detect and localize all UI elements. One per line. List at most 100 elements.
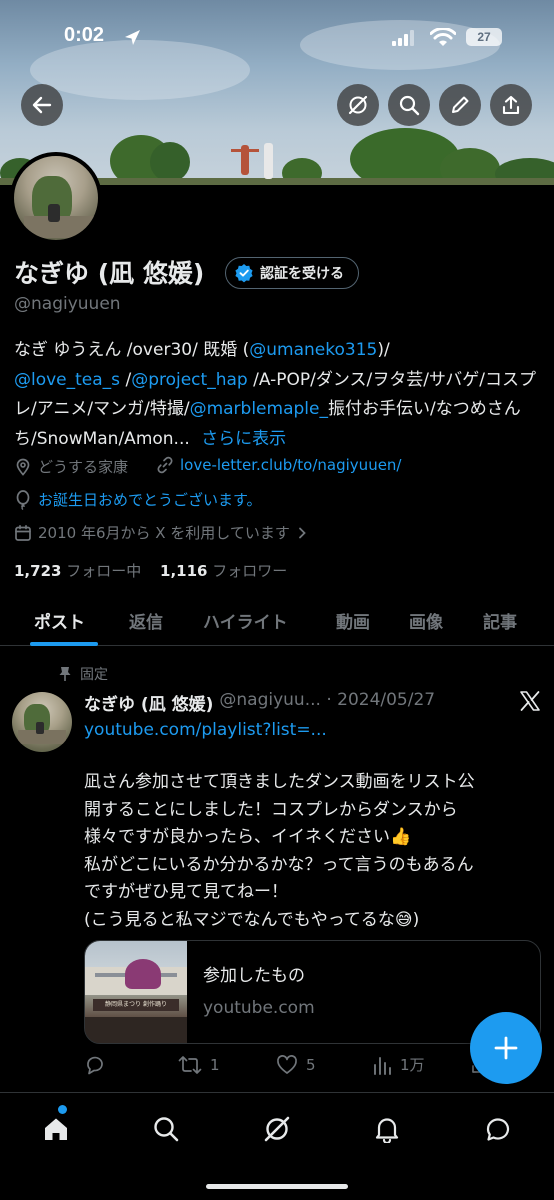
- balloon-icon: [16, 489, 30, 510]
- post-handle-date: @nagiyuu... · 2024/05/27: [219, 690, 436, 710]
- repost-count: 1: [210, 1056, 220, 1074]
- back-button[interactable]: [21, 84, 63, 126]
- plus-icon: [494, 1036, 518, 1060]
- following-link[interactable]: 1,723 フォロー中: [14, 562, 141, 580]
- tab-articles[interactable]: 記事: [483, 608, 517, 633]
- search-icon: [154, 1117, 179, 1142]
- share-icon: [502, 95, 520, 115]
- calendar-icon: [15, 524, 31, 541]
- status-time: 0:02: [64, 24, 105, 46]
- nav-search[interactable]: [146, 1109, 186, 1149]
- share-button[interactable]: [490, 84, 532, 126]
- location-arrow-icon: [125, 30, 140, 45]
- pinned-text: 固定: [80, 667, 108, 683]
- bio-mention[interactable]: @marblemaple_: [190, 399, 328, 419]
- bio-mention[interactable]: @umaneko315: [249, 340, 377, 360]
- nav-home[interactable]: [36, 1109, 76, 1149]
- reply-icon: [87, 1056, 103, 1075]
- chevron-right-icon: [298, 527, 306, 538]
- bar-chart-icon: [374, 1056, 391, 1075]
- followers-link[interactable]: 1,116 フォロワー: [160, 562, 287, 580]
- search-button[interactable]: [388, 84, 430, 126]
- profile-tabs: ポスト 返信 ハイライト 動画 画像 記事: [0, 600, 554, 646]
- view-count: 1万: [400, 1056, 425, 1074]
- wifi-icon: [430, 28, 456, 46]
- bio-mention[interactable]: @project_hap: [131, 370, 248, 390]
- nav-notifications[interactable]: [367, 1109, 407, 1149]
- show-more-link[interactable]: さらに表示: [201, 429, 286, 449]
- arrow-left-icon: [32, 96, 52, 114]
- pin-icon: [59, 667, 71, 681]
- pencil-icon: [452, 96, 469, 113]
- link-card-thumbnail: 静岡県まつり 創作踊り: [85, 941, 187, 1043]
- profile-website[interactable]: love-letter.club/to/nagiyuuen/: [156, 456, 401, 474]
- website-link[interactable]: love-letter.club/to/nagiyuuen/: [180, 456, 401, 474]
- tab-posts[interactable]: ポスト: [34, 608, 85, 633]
- active-tab-indicator: [30, 642, 98, 646]
- link-icon: [157, 456, 173, 474]
- grok-button[interactable]: [337, 84, 379, 126]
- home-icon: [45, 1118, 67, 1140]
- post-link[interactable]: youtube.com/playlist?list=...: [84, 720, 327, 740]
- followers-label: フォロワー: [212, 562, 288, 580]
- joined-text: 2010 年6月から X を利用しています: [38, 524, 290, 542]
- heart-icon: [277, 1055, 297, 1074]
- battery-indicator: 27: [466, 28, 502, 46]
- link-card-domain: youtube.com: [203, 998, 315, 1018]
- post-text-line: (こう見ると私マジでなんでもやってるな😅): [84, 909, 420, 930]
- get-verified-button[interactable]: 認証を受ける: [225, 257, 359, 289]
- profile-name: なぎゆ (凪 悠媛): [14, 259, 205, 288]
- birthday-text: お誕生日おめでとうございます。: [38, 491, 262, 509]
- nav-grok[interactable]: [257, 1109, 297, 1149]
- post-author[interactable]: なぎゆ (凪 悠媛): [84, 690, 213, 715]
- compose-post-button[interactable]: [470, 1012, 542, 1084]
- location-pin-icon: [16, 458, 30, 476]
- profile-handle: @nagiyuuen: [14, 294, 121, 314]
- message-icon: [486, 1118, 510, 1141]
- profile-birthday: お誕生日おめでとうございます。: [14, 489, 262, 510]
- like-button[interactable]: 5: [276, 1054, 316, 1076]
- get-verified-label: 認証を受ける: [260, 266, 344, 282]
- cellular-signal-icon: [392, 30, 414, 46]
- grok-icon: [348, 95, 368, 115]
- like-count: 5: [306, 1056, 316, 1074]
- link-card-title: 参加したもの: [203, 966, 305, 986]
- bio-mention[interactable]: @love_tea_s: [14, 370, 120, 390]
- followers-count: 1,116: [160, 562, 208, 580]
- x-logo-icon: [520, 691, 540, 711]
- following-label: フォロー中: [66, 562, 142, 580]
- follow-stats: 1,723 フォロー中 1,116 フォロワー: [14, 560, 287, 581]
- thumbnail-banner-text: 静岡県まつり 創作踊り: [105, 1001, 167, 1008]
- location-text: どうする家康: [38, 458, 129, 476]
- profile-avatar[interactable]: [10, 152, 102, 244]
- post-text: 凪さん参加させて頂きましたダンス動画をリスト公 開することにしました！コスプレか…: [84, 769, 539, 934]
- repost-icon: [178, 1056, 202, 1074]
- profile-joined[interactable]: 2010 年6月から X を利用しています: [14, 522, 308, 543]
- bio-text: )/: [377, 340, 390, 360]
- post-text-line: 凪さん参加させて頂きましたダンス動画をリスト公: [84, 772, 475, 792]
- tab-images[interactable]: 画像: [409, 608, 443, 633]
- pinned-label: 固定: [58, 664, 108, 684]
- link-card[interactable]: 静岡県まつり 創作踊り 参加したもの youtube.com: [84, 940, 541, 1044]
- nav-messages[interactable]: [478, 1109, 518, 1149]
- reply-button[interactable]: [84, 1054, 114, 1076]
- post-avatar[interactable]: [12, 692, 72, 752]
- post-text-line: 開することにしました！コスプレからダンスから: [84, 799, 458, 820]
- edit-button[interactable]: [439, 84, 481, 126]
- profile-location: どうする家康: [14, 456, 128, 477]
- grok-icon: [264, 1116, 290, 1142]
- search-icon: [399, 95, 420, 116]
- home-indicator: [206, 1184, 348, 1189]
- post-text-line: ですがぜひ見て見てねー！: [84, 882, 288, 902]
- verified-badge-icon: [235, 264, 253, 283]
- bio-text: /: [120, 369, 132, 390]
- tab-replies[interactable]: 返信: [129, 608, 163, 633]
- profile-bio: なぎ ゆうえん /over30/ 既婚 (@umaneko315)/ @love…: [14, 336, 544, 454]
- post-text-line: 様々ですが良かったら、イイネください👍: [84, 827, 412, 847]
- tab-highlights[interactable]: ハイライト: [203, 608, 288, 633]
- repost-button[interactable]: 1: [178, 1054, 220, 1076]
- tab-videos[interactable]: 動画: [336, 608, 370, 633]
- bio-text: なぎ ゆうえん /over30/ 既婚 (: [14, 340, 250, 360]
- views-button[interactable]: 1万: [372, 1054, 425, 1075]
- following-count: 1,723: [14, 562, 62, 580]
